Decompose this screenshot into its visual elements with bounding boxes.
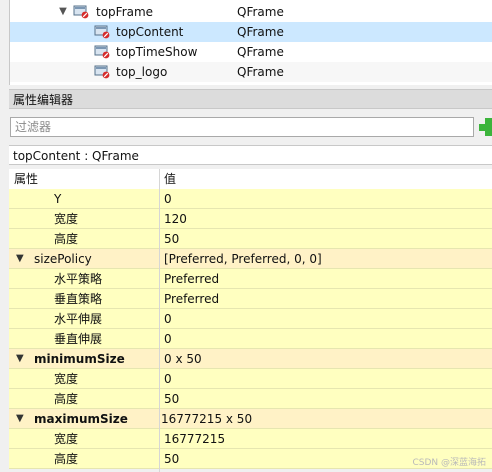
property-name: 高度 bbox=[54, 392, 79, 406]
property-group-sizePolicy[interactable]: ▼ sizePolicy [Preferred, Preferred, 0, 0… bbox=[9, 249, 492, 269]
tree-row-topTimeShow[interactable]: topTimeShow QFrame bbox=[10, 42, 492, 62]
object-inspector-tree: ▼ topFrame QFrame topContent QFrame topT… bbox=[9, 0, 492, 85]
property-row[interactable]: 宽度 120 bbox=[9, 209, 492, 229]
property-editor-title: 属性编辑器 bbox=[9, 89, 492, 109]
property-value[interactable]: 50 bbox=[164, 229, 179, 249]
property-row[interactable]: 垂直策略 Preferred bbox=[9, 289, 492, 309]
watermark: CSDN @深蓝海拓 bbox=[412, 458, 486, 468]
property-row[interactable]: 宽度 16777215 bbox=[9, 429, 492, 449]
tree-row-topContent[interactable]: topContent QFrame bbox=[10, 22, 492, 42]
qframe-widget-icon bbox=[94, 25, 110, 39]
column-divider[interactable] bbox=[159, 169, 160, 472]
property-row[interactable]: 垂直伸展 0 bbox=[9, 329, 492, 349]
property-value[interactable]: 0 bbox=[164, 309, 172, 329]
tree-item-name: topContent bbox=[116, 25, 184, 39]
tree-item-class: QFrame bbox=[237, 25, 284, 39]
property-column-header: 属性 bbox=[14, 172, 39, 186]
property-value[interactable]: 120 bbox=[164, 209, 187, 229]
property-row[interactable]: 水平策略 Preferred bbox=[9, 269, 492, 289]
property-name: maximumSize bbox=[34, 412, 128, 426]
chevron-down-icon[interactable]: ▼ bbox=[16, 409, 24, 429]
property-value[interactable]: 0 bbox=[164, 189, 172, 209]
property-value[interactable]: [Preferred, Preferred, 0, 0] bbox=[164, 249, 322, 269]
property-name: 垂直伸展 bbox=[54, 332, 103, 346]
tree-item-class: QFrame bbox=[237, 5, 284, 19]
property-name: 高度 bbox=[54, 452, 79, 466]
property-name: 垂直策略 bbox=[54, 292, 103, 306]
property-value[interactable]: 16777215 x 50 bbox=[161, 409, 252, 429]
tree-item-class: QFrame bbox=[237, 45, 284, 59]
chevron-down-icon[interactable]: ▼ bbox=[16, 349, 24, 369]
property-value[interactable]: 0 bbox=[164, 369, 172, 389]
chevron-down-icon[interactable]: ▼ bbox=[57, 2, 69, 22]
property-value[interactable]: Preferred bbox=[164, 269, 219, 289]
tree-item-class: QFrame bbox=[237, 65, 284, 79]
property-name: 水平伸展 bbox=[54, 312, 103, 326]
property-name: 宽度 bbox=[54, 212, 79, 226]
property-name: Y bbox=[54, 192, 62, 206]
qframe-widget-icon bbox=[73, 5, 89, 19]
property-value[interactable]: 0 bbox=[164, 329, 172, 349]
property-row[interactable]: 宽度 0 bbox=[9, 369, 492, 389]
property-name: 高度 bbox=[54, 232, 79, 246]
property-name: 水平策略 bbox=[54, 272, 103, 286]
qframe-widget-icon bbox=[94, 65, 110, 79]
qframe-widget-icon bbox=[94, 45, 110, 59]
property-row[interactable]: 高度 50 bbox=[9, 229, 492, 249]
property-value[interactable]: 50 bbox=[164, 449, 179, 469]
tree-item-name: top_logo bbox=[116, 65, 168, 79]
tree-item-name: topTimeShow bbox=[116, 45, 198, 59]
chevron-down-icon[interactable]: ▼ bbox=[16, 249, 24, 269]
property-row[interactable]: 水平伸展 0 bbox=[9, 309, 492, 329]
value-column-header: 值 bbox=[164, 172, 177, 186]
property-row[interactable]: Y 0 bbox=[9, 189, 492, 209]
property-row[interactable]: 高度 50 bbox=[9, 389, 492, 409]
property-table-header: 属性 值 bbox=[9, 169, 492, 190]
property-group-maximumSize[interactable]: ▼ maximumSize 16777215 x 50 bbox=[9, 409, 492, 429]
property-name: 宽度 bbox=[54, 432, 79, 446]
tree-item-name: topFrame bbox=[96, 5, 154, 19]
property-filter-input[interactable] bbox=[10, 117, 474, 137]
property-value[interactable]: 50 bbox=[164, 389, 179, 409]
property-value[interactable]: 0 x 50 bbox=[164, 349, 202, 369]
property-name: minimumSize bbox=[34, 352, 125, 366]
property-name: 宽度 bbox=[54, 372, 79, 386]
tree-row-topFrame[interactable]: ▼ topFrame QFrame bbox=[10, 2, 492, 22]
property-value[interactable]: 16777215 bbox=[164, 429, 225, 449]
property-value[interactable]: Preferred bbox=[164, 289, 219, 309]
property-group-minimumSize[interactable]: ▼ minimumSize 0 x 50 bbox=[9, 349, 492, 369]
object-class-label: topContent : QFrame bbox=[9, 145, 492, 165]
green-plus-icon[interactable] bbox=[477, 116, 492, 138]
property-name: sizePolicy bbox=[34, 252, 92, 266]
tree-row-top_logo[interactable]: top_logo QFrame bbox=[10, 62, 492, 82]
